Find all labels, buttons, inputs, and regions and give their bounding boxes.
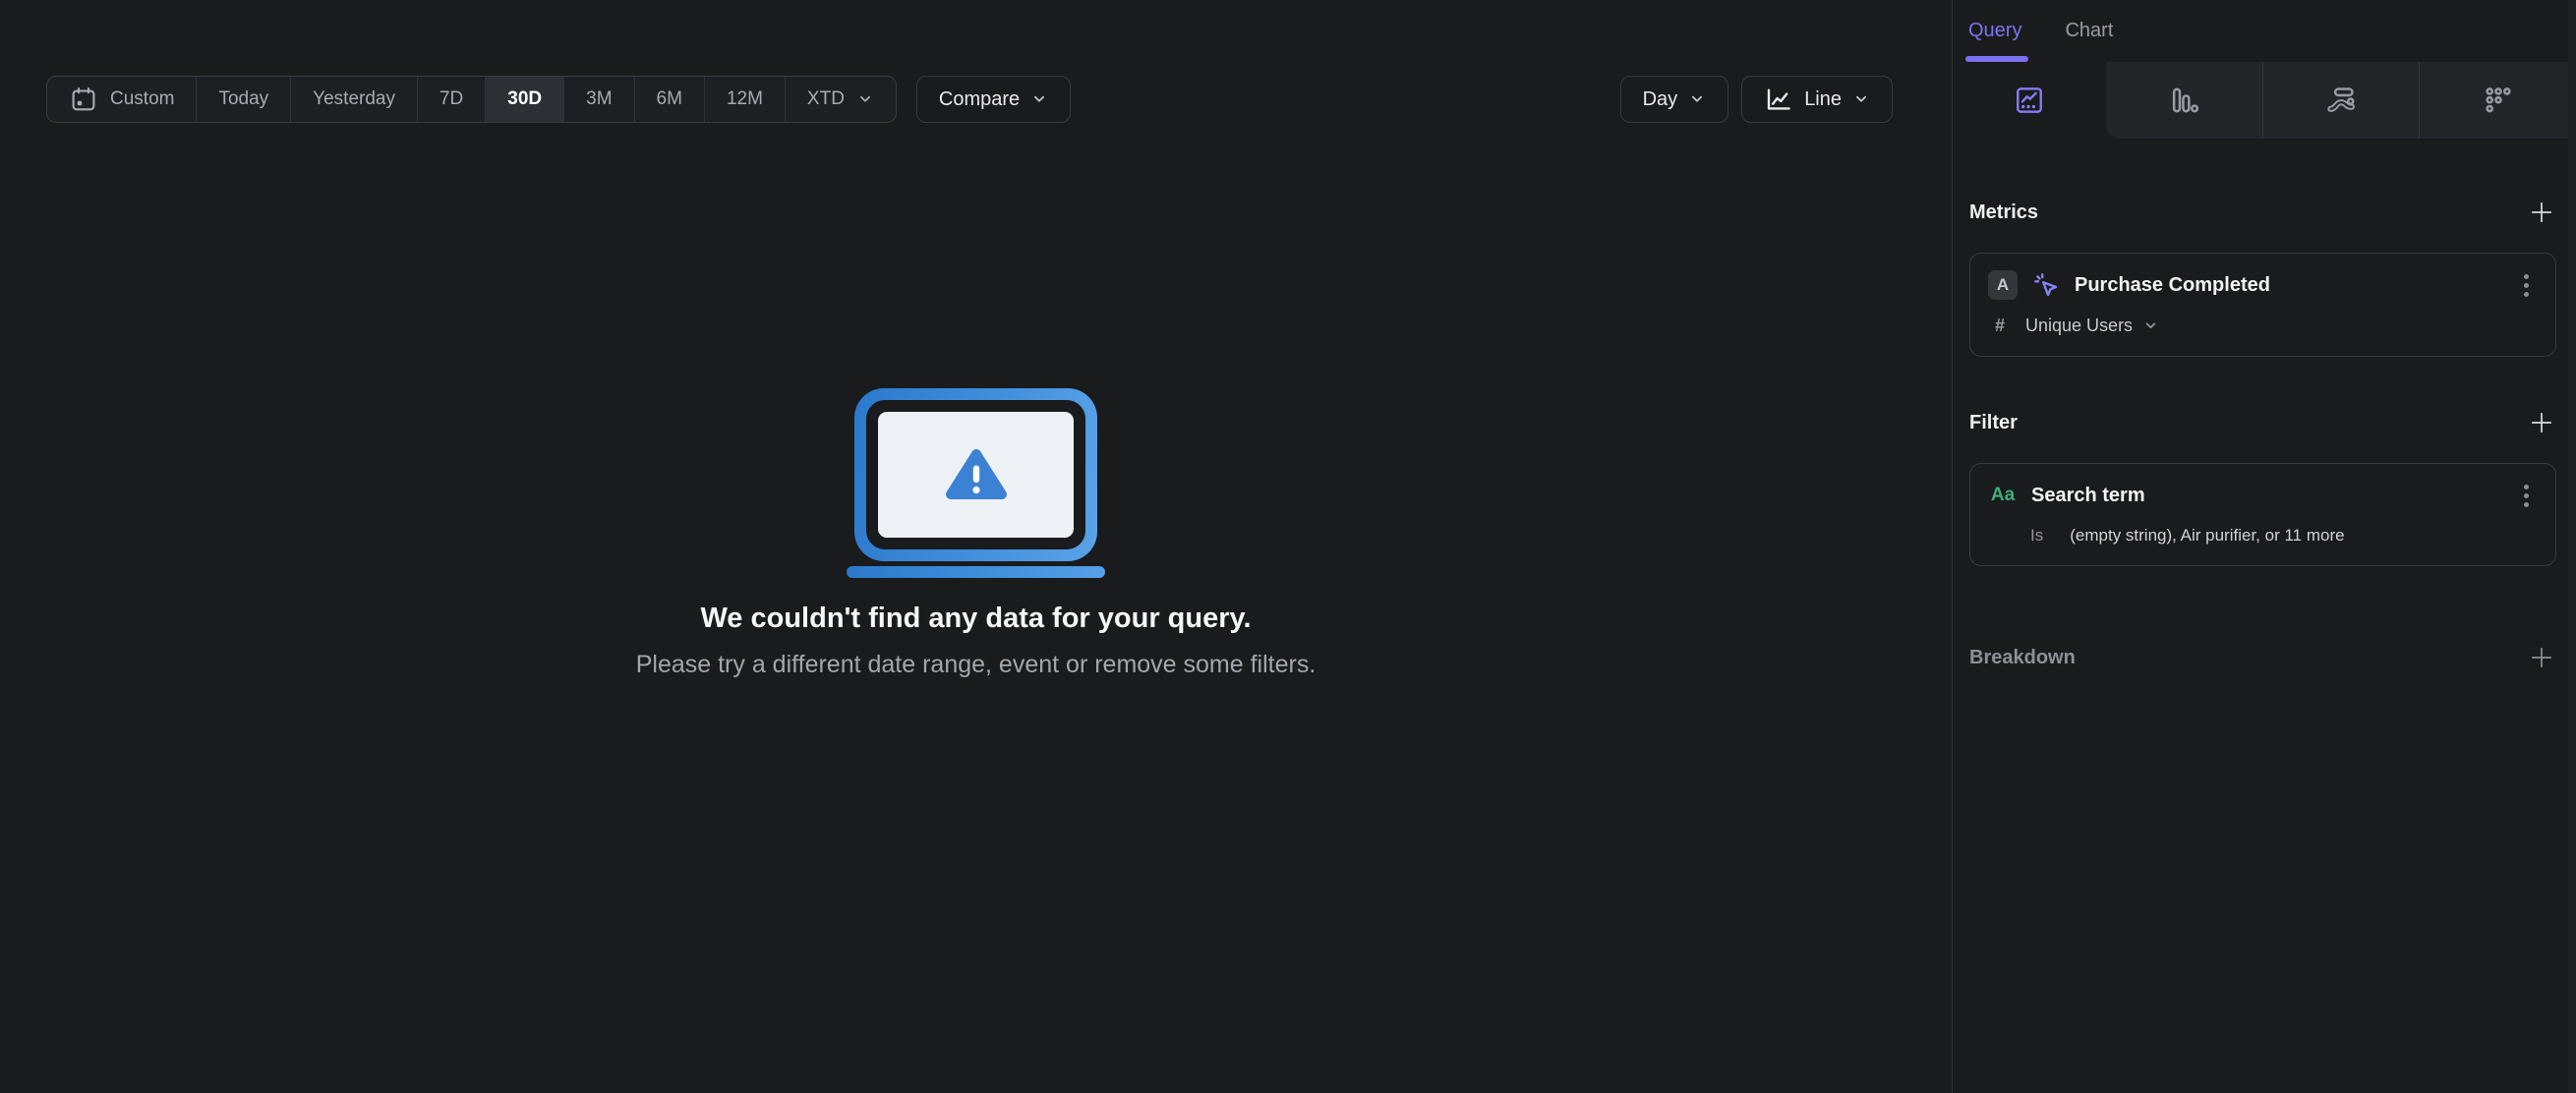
date-range-yesterday-button[interactable]: Yesterday	[290, 77, 417, 122]
date-range-6m-button[interactable]: 6M	[633, 77, 704, 122]
chevron-down-icon	[1688, 90, 1706, 108]
date-range-30d-button[interactable]: 30D	[485, 77, 564, 122]
chevron-down-icon[interactable]	[2142, 317, 2159, 334]
chart-type-flows-tab[interactable]	[2261, 62, 2420, 139]
query-builder: Metrics A Purchase Completed # Unique Us…	[1953, 198, 2576, 672]
date-range-segmented-control: Custom Today Yesterday 7D 30D 3M 6M 12M …	[46, 76, 897, 123]
string-property-icon: Aa	[1990, 485, 2016, 505]
chevron-down-icon	[1030, 90, 1048, 108]
filter-section-title: Filter	[1969, 411, 2018, 433]
active-tab-underline	[1965, 56, 2028, 62]
insights-tab-icon	[2014, 85, 2045, 116]
chart-type-insights-tab[interactable]	[1953, 62, 2106, 139]
empty-state: We couldn't find any data for your query…	[0, 388, 1952, 679]
chart-type-tab-group	[2106, 62, 2576, 139]
filter-values-summary[interactable]: (empty string), Air purifier, or 11 more	[2070, 526, 2344, 546]
date-range-3m-button[interactable]: 3M	[563, 77, 633, 122]
chart-type-tabs	[1953, 62, 2576, 139]
date-range-today-button[interactable]: Today	[196, 77, 290, 122]
breakdown-section-title: Breakdown	[1969, 646, 2076, 668]
chart-toolbar: Custom Today Yesterday 7D 30D 3M 6M 12M …	[46, 76, 1893, 123]
plus-icon	[2529, 645, 2554, 670]
count-symbol: #	[1995, 316, 2006, 335]
chevron-down-icon	[1852, 90, 1870, 108]
add-breakdown-button[interactable]	[2527, 643, 2556, 672]
metric-card[interactable]: A Purchase Completed # Unique Users	[1969, 253, 2556, 357]
aggregation-dropdown[interactable]: Unique Users	[2025, 316, 2133, 336]
plus-icon	[2529, 410, 2554, 435]
filter-property-name[interactable]: Search term	[2031, 485, 2145, 507]
add-filter-button[interactable]	[2527, 408, 2556, 437]
metrics-section-title: Metrics	[1969, 201, 2039, 223]
filter-card[interactable]: Aa Search term Is (empty string), Air pu…	[1969, 463, 2556, 566]
kebab-menu-icon[interactable]	[2514, 484, 2538, 507]
filter-operator-dropdown[interactable]: Is	[2030, 526, 2043, 546]
calendar-icon	[69, 85, 98, 114]
chart-type-retention-tab[interactable]	[2419, 62, 2576, 139]
laptop-base	[847, 566, 1105, 578]
date-range-custom-button[interactable]: Custom	[47, 77, 196, 122]
kebab-menu-icon[interactable]	[2514, 273, 2538, 297]
retention-tab-icon	[2483, 85, 2514, 116]
add-metric-button[interactable]	[2527, 198, 2556, 227]
main-chart-area: Custom Today Yesterday 7D 30D 3M 6M 12M …	[0, 0, 1952, 1093]
cursor-click-icon	[2031, 270, 2061, 300]
plus-icon	[2529, 200, 2554, 225]
laptop-icon	[854, 388, 1097, 561]
date-range-7d-button[interactable]: 7D	[416, 77, 485, 122]
tab-query[interactable]: Query	[1968, 20, 2021, 42]
date-range-label: Custom	[110, 88, 175, 109]
sidebar-scrollbar[interactable]	[2568, 0, 2576, 1093]
panel-tabs: Query Chart	[1953, 0, 2576, 62]
query-panel: Query Chart Metrics A Purchase Completed…	[1953, 0, 2576, 1093]
warning-triangle-icon	[943, 445, 1010, 504]
line-chart-icon	[1764, 85, 1793, 114]
chevron-down-icon	[856, 90, 874, 108]
chart-type-bar-tab[interactable]	[2106, 62, 2262, 139]
flows-tab-icon	[2325, 85, 2357, 116]
bar-tab-icon	[2168, 85, 2199, 116]
granularity-dropdown[interactable]: Day	[1619, 76, 1729, 123]
compare-dropdown[interactable]: Compare	[915, 76, 1072, 123]
empty-state-subtitle: Please try a different date range, event…	[635, 651, 1317, 678]
empty-state-title: We couldn't find any data for your query…	[700, 603, 1252, 634]
metric-event-name[interactable]: Purchase Completed	[2075, 274, 2270, 297]
tab-chart[interactable]: Chart	[2065, 20, 2113, 42]
series-letter-badge: A	[1988, 270, 2018, 300]
date-range-12m-button[interactable]: 12M	[703, 77, 785, 122]
chart-style-dropdown[interactable]: Line	[1741, 76, 1893, 123]
date-range-xtd-dropdown[interactable]: XTD	[784, 77, 896, 122]
